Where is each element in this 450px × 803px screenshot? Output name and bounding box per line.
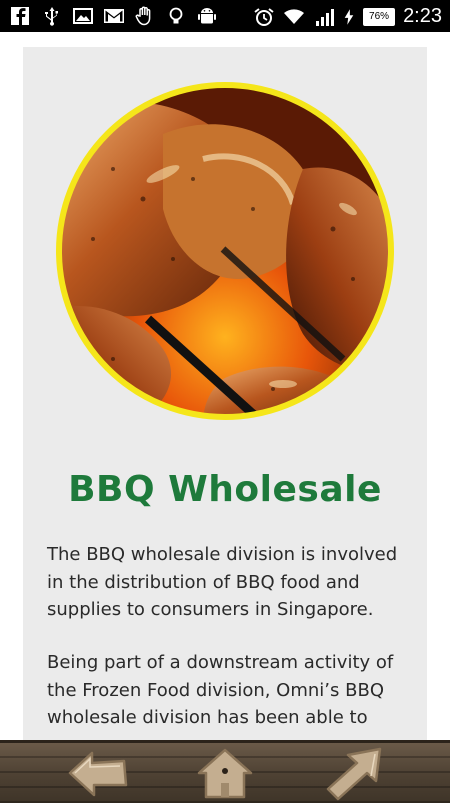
lightbulb-icon bbox=[169, 7, 183, 24]
bbq-chicken-photo bbox=[53, 79, 397, 423]
notification-icons bbox=[10, 6, 218, 26]
content-card: BBQ Wholesale The BBQ wholesale division… bbox=[23, 47, 427, 747]
wifi-icon bbox=[284, 8, 305, 24]
battery-indicator: 76% bbox=[363, 7, 396, 26]
forward-button[interactable] bbox=[320, 745, 384, 801]
android-icon bbox=[198, 8, 216, 24]
description-paragraph-1: The BBQ wholesale division is involved i… bbox=[47, 544, 398, 620]
status-bar: 76% 2:23 bbox=[0, 0, 450, 32]
page-title: BBQ Wholesale bbox=[68, 469, 382, 510]
usb-icon bbox=[45, 7, 58, 26]
image-icon bbox=[73, 8, 93, 24]
back-button[interactable] bbox=[66, 745, 130, 801]
gmail-icon bbox=[104, 9, 124, 23]
description-paragraph-2: Being part of a downstream activity of t… bbox=[47, 652, 394, 728]
charging-icon bbox=[344, 8, 354, 25]
home-button[interactable] bbox=[193, 745, 257, 801]
hand-icon bbox=[135, 6, 151, 26]
arrow-back-icon bbox=[68, 751, 128, 797]
home-icon bbox=[197, 748, 253, 799]
system-icons: 76% 2:23 bbox=[253, 5, 442, 28]
bottom-navigation-bar bbox=[0, 740, 450, 803]
facebook-icon bbox=[11, 7, 29, 25]
arrow-forward-icon bbox=[326, 747, 382, 801]
status-clock: 2:23 bbox=[403, 5, 442, 27]
alarm-icon bbox=[254, 7, 274, 26]
signal-icon bbox=[316, 8, 335, 26]
